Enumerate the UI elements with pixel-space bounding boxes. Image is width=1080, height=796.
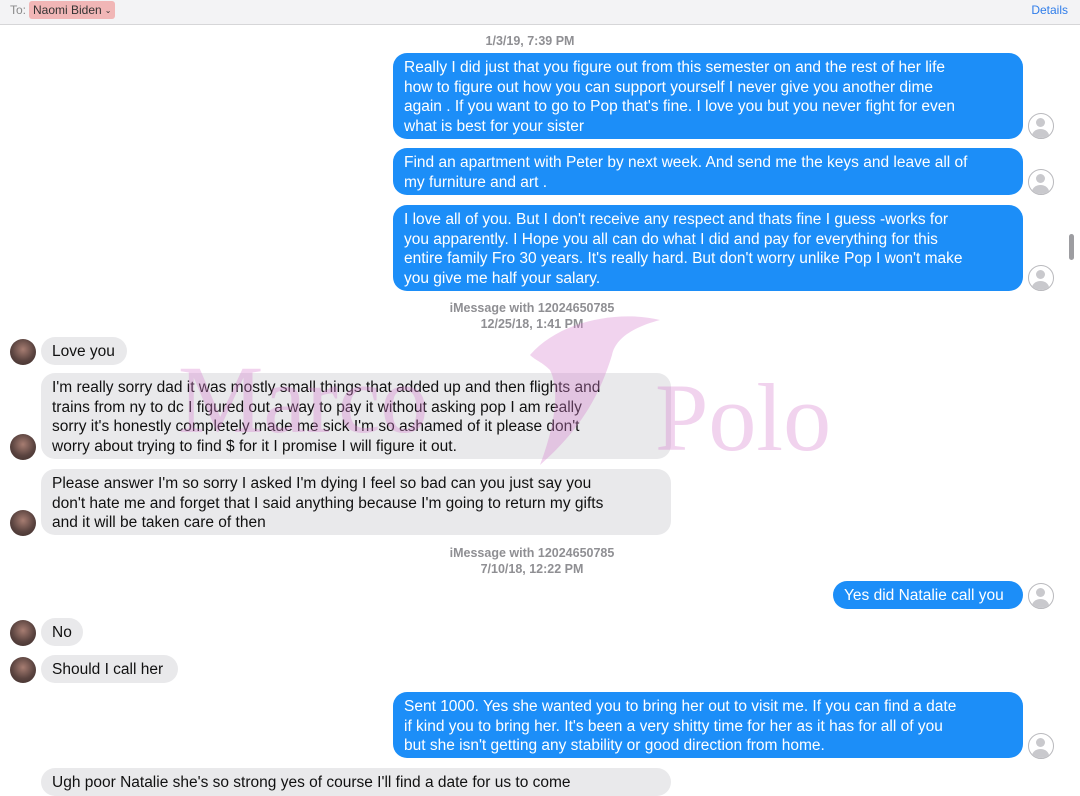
message-bubble-sent: Sent 1000. Yes she wanted you to bring h… <box>393 692 1023 758</box>
avatar-self-icon <box>1028 733 1054 759</box>
recipient-chip[interactable]: Naomi Biden ⌄ <box>29 1 116 19</box>
watermark-word-polo: Polo <box>655 364 832 471</box>
message-bubble-received: I'm really sorry dad it was mostly small… <box>41 373 671 459</box>
avatar-self-icon <box>1028 583 1054 609</box>
to-label: To: <box>10 3 27 17</box>
timestamp: 1/3/19, 7:39 PM <box>485 34 575 48</box>
message-bubble-sent: Yes did Natalie call you <box>833 581 1023 609</box>
avatar-contact <box>10 434 36 460</box>
timestamp: iMessage with 12024650785 7/10/18, 12:22… <box>449 546 615 576</box>
avatar-self-icon <box>1028 169 1054 195</box>
avatar-self-icon <box>1028 265 1054 291</box>
avatar-contact <box>10 657 36 683</box>
avatar-contact <box>10 620 36 646</box>
message-bubble-sent: Find an apartment with Peter by next wee… <box>393 148 1023 195</box>
avatar-self-icon <box>1028 113 1054 139</box>
details-link[interactable]: Details <box>1031 3 1068 17</box>
timestamp: iMessage with 12024650785 12/25/18, 1:41… <box>449 301 615 331</box>
chevron-down-icon: ⌄ <box>104 6 112 15</box>
scrollbar-thumb[interactable] <box>1069 234 1074 260</box>
avatar-contact <box>10 510 36 536</box>
message-bubble-received: Please answer I'm so sorry I asked I'm d… <box>41 469 671 535</box>
message-bubble-received: Love you <box>41 337 127 365</box>
message-bubble-sent: Really I did just that you figure out fr… <box>393 53 1023 139</box>
message-bubble-received: Ugh poor Natalie she's so strong yes of … <box>41 768 671 796</box>
message-bubble-sent: I love all of you. But I don't receive a… <box>393 205 1023 291</box>
message-bubble-received: Should I call her <box>41 655 178 683</box>
message-bubble-received: No <box>41 618 83 646</box>
recipient-name: Naomi Biden <box>33 3 102 17</box>
recipient-bar: To: Naomi Biden ⌄ Details <box>0 0 1080 25</box>
avatar-contact <box>10 339 36 365</box>
